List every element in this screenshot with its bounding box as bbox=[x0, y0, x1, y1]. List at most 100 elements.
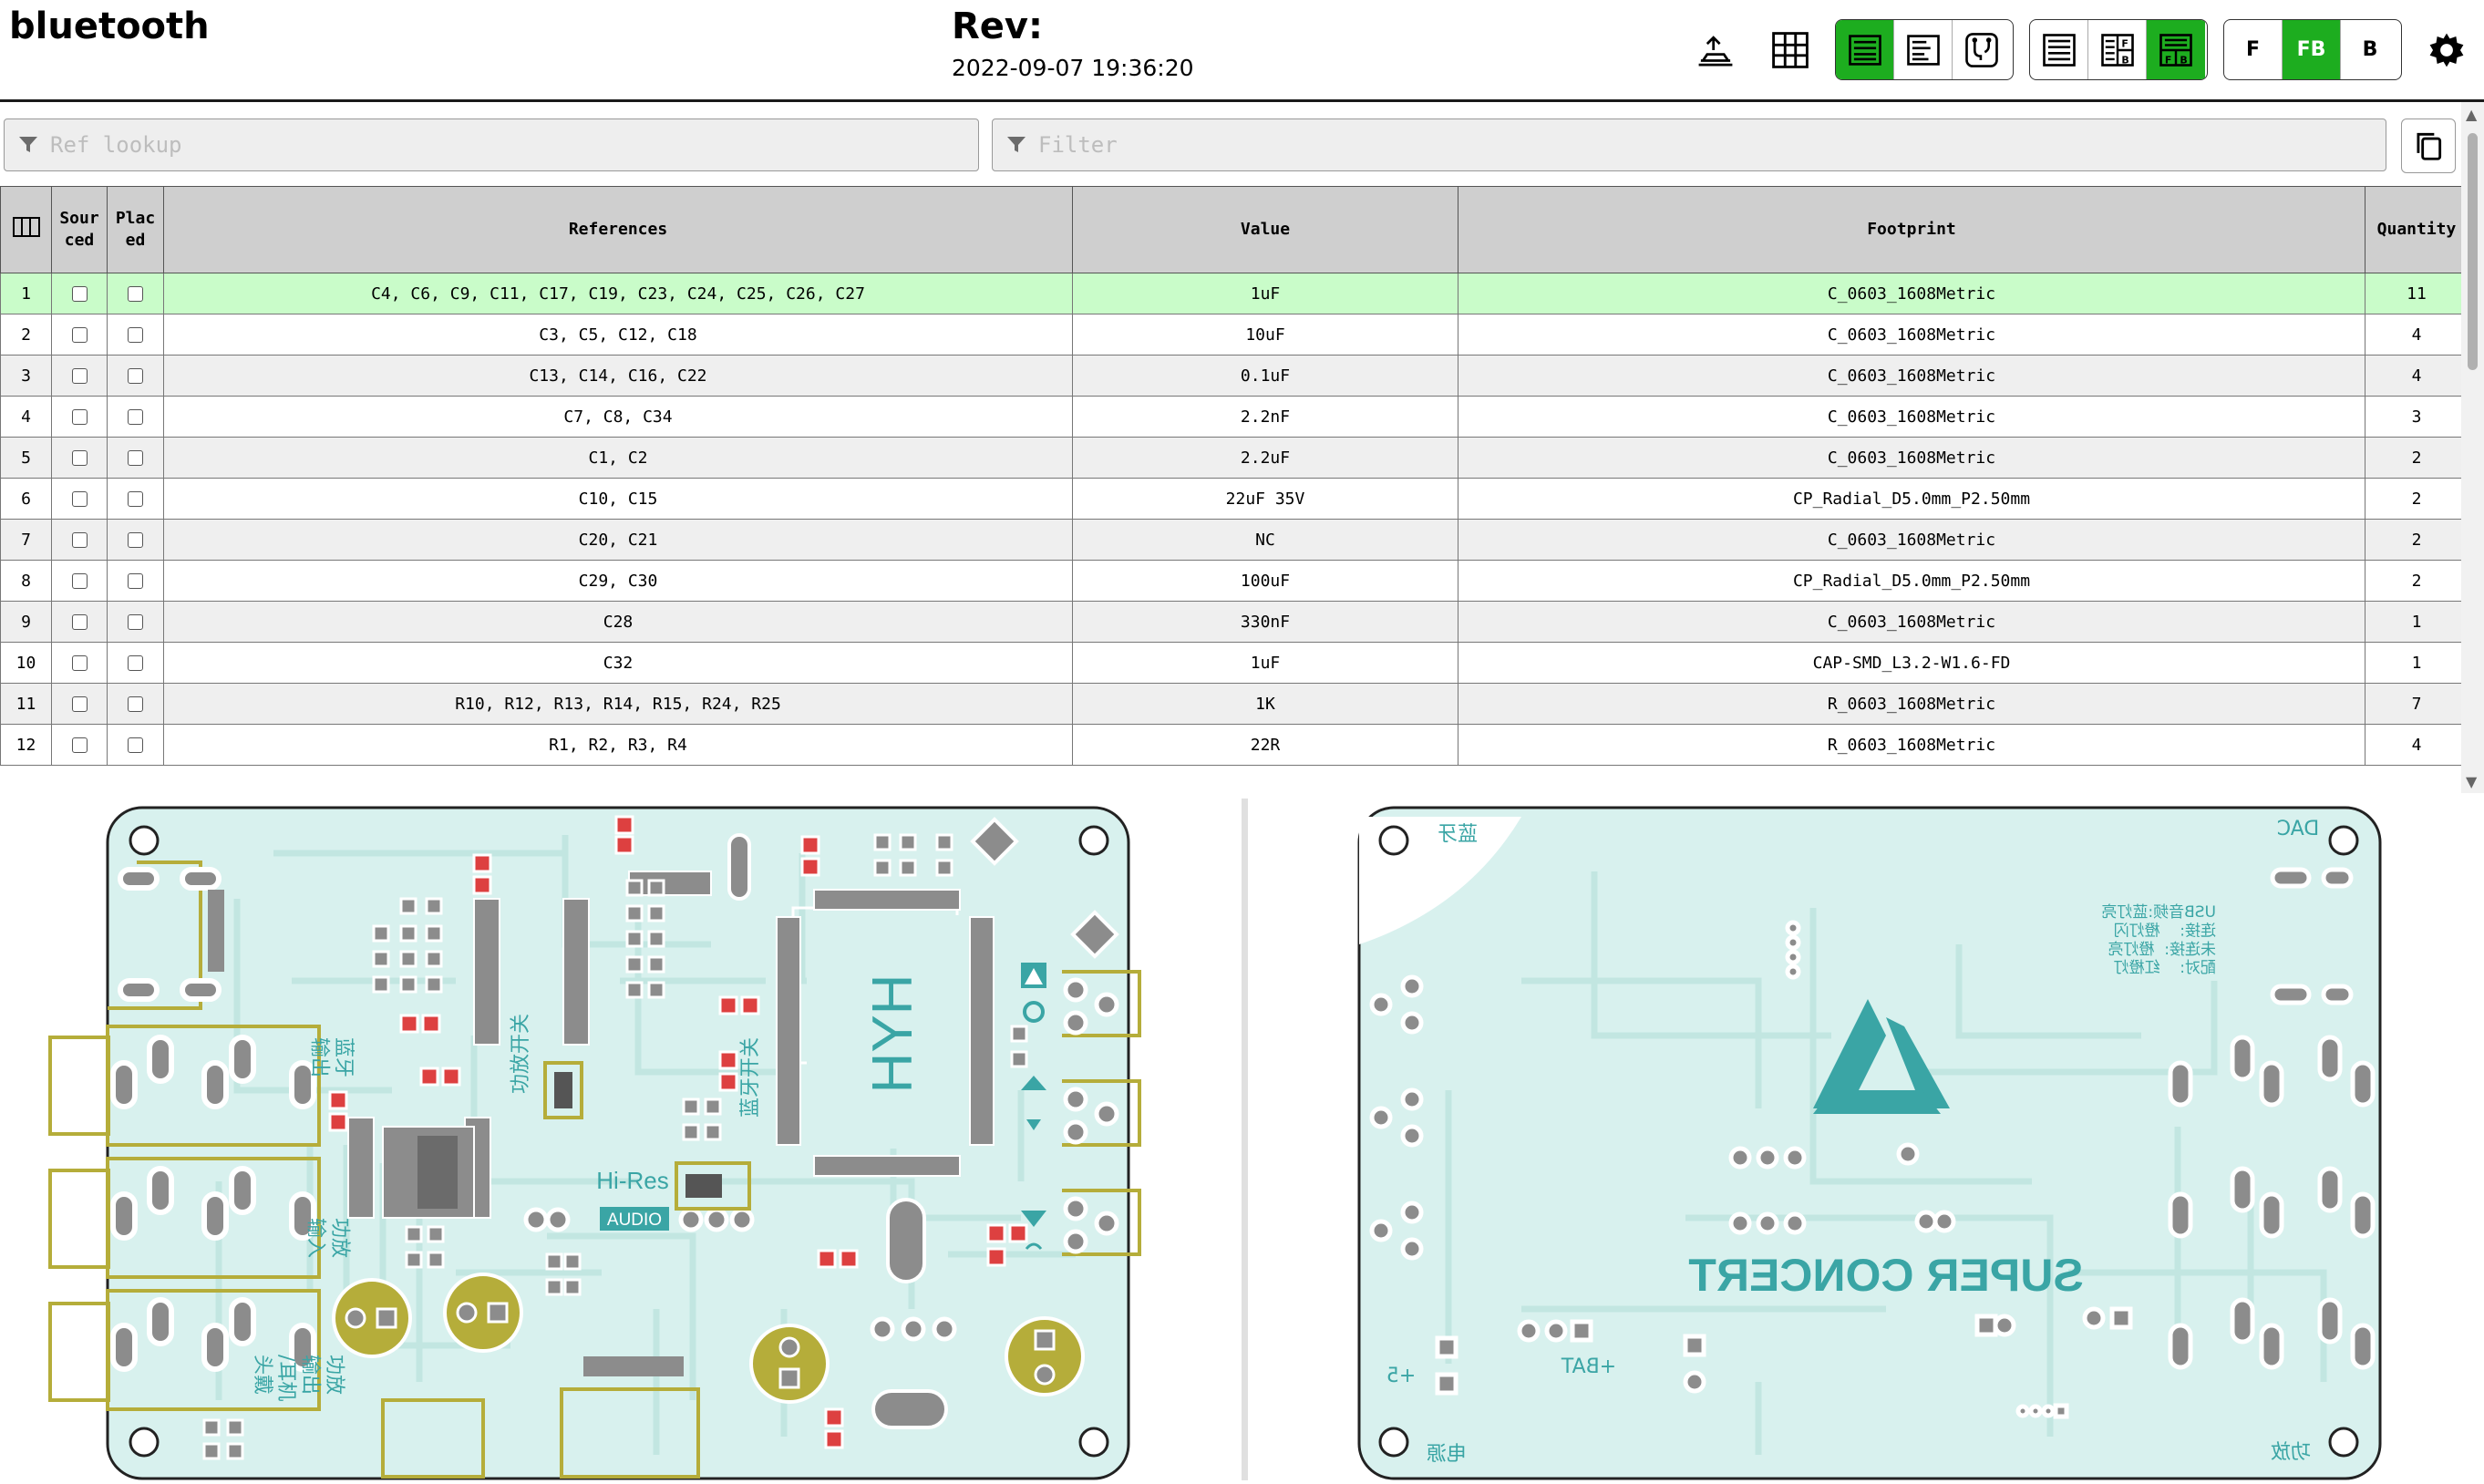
bom-top-icon: FB bbox=[2159, 33, 2192, 67]
placed-checkbox[interactable] bbox=[128, 368, 143, 384]
value-cell: 22R bbox=[1072, 724, 1458, 766]
top-bar: bluetooth Rev: 2022-09-07 19:36:20 FB FB… bbox=[0, 0, 2484, 102]
placed-checkbox-cell bbox=[107, 478, 164, 520]
bom-row[interactable]: 1 C4, C6, C9, C11, C17, C19, C23, C24, C2… bbox=[0, 273, 2469, 314]
sourced-checkbox-cell bbox=[51, 478, 108, 520]
settings-button[interactable] bbox=[2419, 23, 2474, 77]
placed-checkbox[interactable] bbox=[128, 450, 143, 466]
sourced-checkbox[interactable] bbox=[71, 409, 88, 425]
value-cell: 10uF bbox=[1072, 314, 1458, 356]
silk-bt: 蓝牙 bbox=[1438, 823, 1478, 846]
ref-lookup-input[interactable] bbox=[48, 131, 929, 159]
back-pcb-canvas[interactable]: SUPER CONCERT 蓝牙 DAC +5 +BAT 电源 功放 USB音频… bbox=[1248, 799, 2484, 1480]
placed-checkbox[interactable] bbox=[128, 286, 143, 302]
row-index: 4 bbox=[0, 396, 52, 438]
bom-row[interactable]: 5 C1, C2 2.2uF C_0603_1608Metric 2 bbox=[0, 437, 2469, 479]
bom-row[interactable]: 6 C10, C15 22uF 35V CP_Radial_D5.0mm_P2.50m… bbox=[0, 478, 2469, 520]
row-index: 7 bbox=[0, 519, 52, 561]
bom-scroll-thumb[interactable] bbox=[2468, 133, 2478, 370]
references-cell: C29, C30 bbox=[163, 560, 1073, 602]
netlist-button[interactable] bbox=[1953, 20, 2011, 79]
sourced-checkbox[interactable] bbox=[71, 368, 88, 384]
row-index: 3 bbox=[0, 355, 52, 397]
placed-checkbox[interactable] bbox=[128, 409, 143, 425]
pcb-stack-icon bbox=[1698, 36, 1733, 67]
placed-checkbox-cell bbox=[107, 314, 164, 356]
svg-text:B: B bbox=[2121, 54, 2128, 66]
bom-row[interactable]: 12 R1, R2, R3, R4 22R R_0603_1608Metric 4 bbox=[0, 724, 2469, 766]
bom-grouped-button[interactable] bbox=[1836, 20, 1894, 79]
sourced-checkbox[interactable] bbox=[71, 614, 88, 630]
bom-header-row: Sour ced Plac ed References Value Footpr… bbox=[0, 186, 2469, 273]
placed-checkbox[interactable] bbox=[128, 327, 143, 343]
sourced-checkbox[interactable] bbox=[71, 696, 88, 712]
sourced-checkbox[interactable] bbox=[71, 286, 88, 302]
bom-ungrouped-button[interactable] bbox=[1894, 20, 1953, 79]
placed-checkbox[interactable] bbox=[128, 614, 143, 630]
sourced-checkbox[interactable] bbox=[71, 327, 88, 343]
front-pcb-canvas[interactable]: HYH Hi-Res AUDIO 蓝牙输出 功放开关 蓝牙开关 功放输入 功放输… bbox=[0, 799, 1242, 1480]
column-settings-header[interactable] bbox=[0, 186, 52, 273]
bom-row[interactable]: 3 C13, C14, C16, C22 0.1uF C_0603_1608Metri… bbox=[0, 355, 2469, 397]
bom-row[interactable]: 8 C29, C30 100uF CP_Radial_D5.0mm_P2.50mm 2 bbox=[0, 560, 2469, 602]
footprint-cell: C_0603_1608Metric bbox=[1458, 601, 2365, 643]
bom-only-button[interactable] bbox=[2030, 20, 2088, 79]
placed-checkbox[interactable] bbox=[128, 696, 143, 712]
grid-toggle-icon[interactable] bbox=[1763, 23, 1818, 77]
filter-input[interactable] bbox=[1036, 131, 2294, 159]
netlist-icon bbox=[1965, 32, 1998, 67]
layer-back-button[interactable]: B bbox=[2341, 20, 2399, 79]
bom-row[interactable]: 4 C7, C8, C34 2.2nF C_0603_1608Metric 3 bbox=[0, 396, 2469, 438]
bom-row[interactable]: 9 C28 330nF C_0603_1608Metric 1 bbox=[0, 601, 2469, 643]
hires-logo-bottom: AUDIO bbox=[607, 1211, 662, 1230]
footprint-header[interactable]: Footprint bbox=[1458, 186, 2365, 273]
bom-row[interactable]: 2 C3, C5, C12, C18 10uF C_0603_1608Metric 4 bbox=[0, 314, 2469, 356]
layer-front-button[interactable]: F bbox=[2224, 20, 2283, 79]
silk-bt-switch: 蓝牙开关 bbox=[739, 1037, 762, 1118]
back-board: SUPER CONCERT 蓝牙 DAC +5 +BAT 电源 功放 USB音频… bbox=[1357, 806, 2382, 1480]
sourced-checkbox[interactable] bbox=[71, 737, 88, 753]
row-index: 2 bbox=[0, 314, 52, 356]
placed-checkbox[interactable] bbox=[128, 532, 143, 548]
value-cell: 1uF bbox=[1072, 642, 1458, 684]
references-cell: C3, C5, C12, C18 bbox=[163, 314, 1073, 356]
sourced-header[interactable]: Sour ced bbox=[51, 186, 108, 273]
references-header[interactable]: References bbox=[163, 186, 1073, 273]
sourced-checkbox[interactable] bbox=[71, 450, 88, 466]
sourced-checkbox[interactable] bbox=[71, 491, 88, 507]
sourced-checkbox[interactable] bbox=[71, 655, 88, 671]
bom-table: Sour ced Plac ed References Value Footpr… bbox=[0, 186, 2469, 766]
placed-checkbox[interactable] bbox=[128, 655, 143, 671]
bom-left-button[interactable]: FB bbox=[2088, 20, 2147, 79]
silk-plus5: +5 bbox=[1386, 1365, 1416, 1387]
bom-row[interactable]: 10 C32 1uF CAP-SMD_L3.2-W1.6-FD 1 bbox=[0, 642, 2469, 684]
scroll-down-icon[interactable]: ▼ bbox=[2466, 773, 2477, 790]
placed-header[interactable]: Plac ed bbox=[107, 186, 164, 273]
layer-both-button[interactable]: FB bbox=[2283, 20, 2341, 79]
placed-checkbox-cell bbox=[107, 273, 164, 314]
layout-group: FB FB bbox=[2029, 19, 2208, 80]
footprint-cell: C_0603_1608Metric bbox=[1458, 273, 2365, 314]
copy-bom-button[interactable] bbox=[2401, 119, 2456, 173]
quantity-cell: 7 bbox=[2365, 683, 2469, 725]
footprint-cell: CAP-SMD_L3.2-W1.6-FD bbox=[1458, 642, 2365, 684]
bom-row[interactable]: 11 R10, R12, R13, R14, R15, R24, R25 1K R_0… bbox=[0, 683, 2469, 725]
canvas-divider[interactable] bbox=[1242, 799, 1248, 1480]
value-header[interactable]: Value bbox=[1072, 186, 1458, 273]
placed-checkbox[interactable] bbox=[128, 573, 143, 589]
placed-checkbox[interactable] bbox=[128, 737, 143, 753]
bom-top-button[interactable]: FB bbox=[2147, 20, 2205, 79]
sourced-checkbox-cell bbox=[51, 683, 108, 725]
placed-checkbox[interactable] bbox=[128, 491, 143, 507]
sourced-checkbox-cell bbox=[51, 396, 108, 438]
quantity-cell: 2 bbox=[2365, 519, 2469, 561]
bom-row[interactable]: 7 C20, C21 NC C_0603_1608Metric 2 bbox=[0, 519, 2469, 561]
quantity-header[interactable]: Quantity bbox=[2365, 186, 2469, 273]
references-cell: C7, C8, C34 bbox=[163, 396, 1073, 438]
scroll-up-icon[interactable]: ▲ bbox=[2466, 106, 2477, 123]
sourced-checkbox[interactable] bbox=[71, 532, 88, 548]
fab-mode-icon[interactable] bbox=[1688, 23, 1743, 77]
sourced-checkbox[interactable] bbox=[71, 573, 88, 589]
value-cell: 22uF 35V bbox=[1072, 478, 1458, 520]
row-index: 10 bbox=[0, 642, 52, 684]
